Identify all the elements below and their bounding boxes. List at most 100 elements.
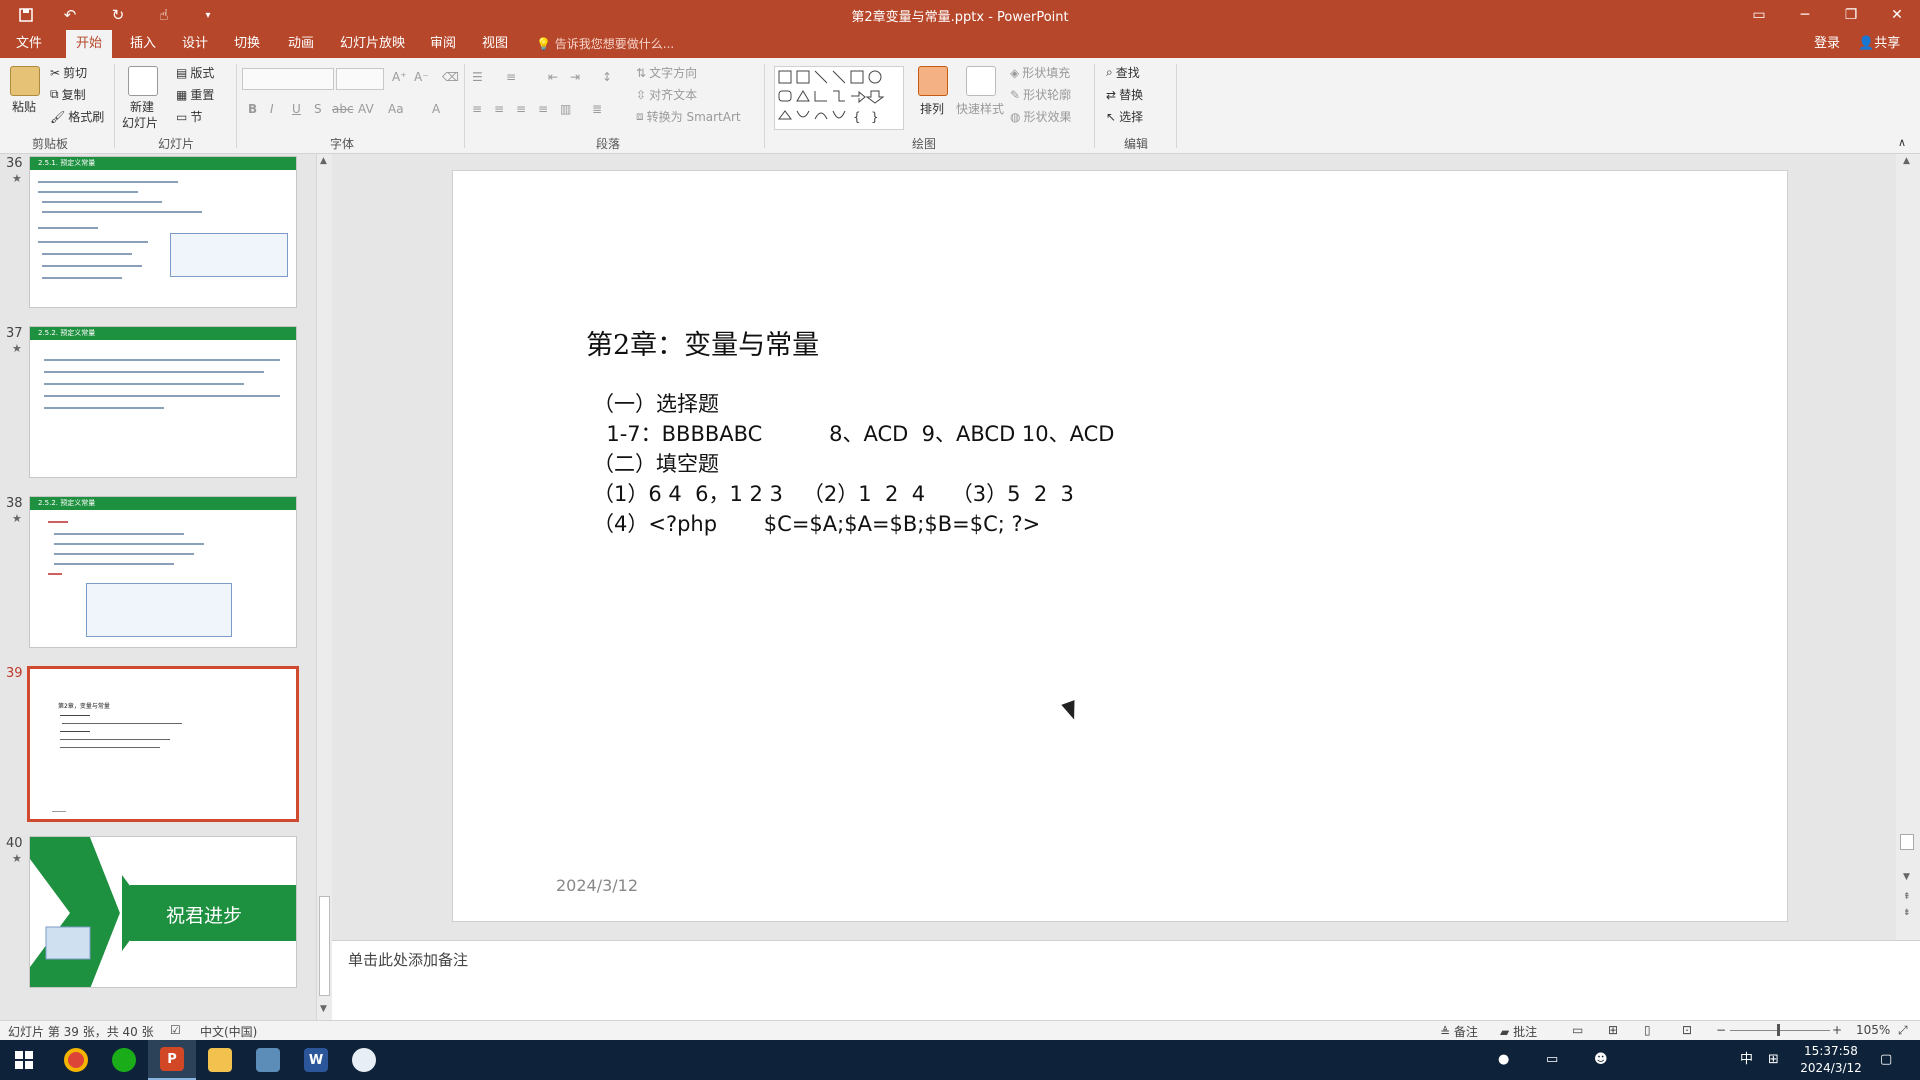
previous-slide-icon[interactable]: ⇞: [1903, 892, 1911, 902]
arrange-icon[interactable]: [918, 66, 948, 96]
reset-button[interactable]: ▦ 重置: [176, 86, 214, 103]
scroll-down-icon[interactable]: ▼: [1903, 872, 1910, 882]
slide-thumbnail-39[interactable]: 第2章，变量与常量: [27, 666, 299, 822]
comments-toggle[interactable]: ▰ 批注: [1500, 1023, 1537, 1040]
quick-styles-icon[interactable]: [966, 66, 996, 96]
slide-thumbnail-36[interactable]: 2.5.1. 预定义常量: [29, 156, 297, 308]
close-icon[interactable]: ✕: [1874, 0, 1920, 30]
section-button[interactable]: ▭ 节: [176, 108, 202, 125]
scroll-up-icon[interactable]: ▲: [1903, 156, 1910, 166]
font-size-combo[interactable]: [336, 68, 384, 90]
zoom-slider-thumb[interactable]: [1777, 1024, 1780, 1036]
file-explorer-icon[interactable]: [196, 1040, 244, 1080]
bold-button[interactable]: B: [248, 102, 257, 116]
tab-review[interactable]: 审阅: [420, 30, 466, 58]
justify-icon[interactable]: ≡: [538, 102, 548, 116]
new-slide-icon[interactable]: [128, 66, 158, 96]
format-painter-button[interactable]: 🖌 格式刷: [50, 108, 104, 125]
slide-thumbnail-38[interactable]: 2.5.2. 预定义常量: [29, 496, 297, 648]
font-color-button[interactable]: A: [432, 102, 440, 116]
app-tray-icon[interactable]: ☻: [1594, 1040, 1608, 1080]
network-tray-icon[interactable]: ▭: [1546, 1040, 1558, 1080]
start-icon[interactable]: [0, 1040, 48, 1080]
powerpoint-icon[interactable]: P: [148, 1040, 196, 1080]
notes-placeholder[interactable]: 单击此处添加备注: [348, 949, 468, 970]
change-case-button[interactable]: Aa: [388, 102, 404, 116]
decrease-indent-icon[interactable]: ⇤: [548, 70, 558, 84]
align-text-button[interactable]: ⇳ 对齐文本: [636, 86, 697, 103]
arrange-button[interactable]: 排列: [920, 100, 944, 117]
chrome-icon[interactable]: [52, 1040, 100, 1080]
shapes-gallery[interactable]: { }: [774, 66, 904, 130]
wechat-tray-icon[interactable]: ●: [1498, 1040, 1509, 1080]
keyboard-icon[interactable]: ⊞: [1768, 1040, 1779, 1080]
grow-font-icon[interactable]: A⁺: [392, 70, 407, 84]
slideshow-icon[interactable]: ⊡: [1682, 1023, 1692, 1037]
strikethrough-button[interactable]: abc: [332, 102, 354, 116]
bullets-icon[interactable]: ☰: [472, 70, 483, 84]
replace-button[interactable]: ⇄ 替换: [1106, 86, 1143, 103]
tab-home[interactable]: 开始: [66, 30, 113, 58]
zoom-slider[interactable]: [1730, 1030, 1830, 1031]
copy-button[interactable]: ⧉ 复制: [50, 86, 86, 103]
paste-button[interactable]: 粘贴: [12, 98, 36, 115]
char-spacing-button[interactable]: AV: [358, 102, 374, 116]
slide-body-line[interactable]: （一）选择题: [593, 388, 719, 418]
app-icon[interactable]: [244, 1040, 292, 1080]
notes-toggle[interactable]: ≜ 备注: [1440, 1023, 1478, 1040]
zoom-out-icon[interactable]: −: [1716, 1023, 1726, 1037]
shape-outline-button[interactable]: ✎ 形状轮廓: [1010, 86, 1071, 103]
align-left-icon[interactable]: ≡: [472, 102, 482, 116]
spellcheck-icon[interactable]: ☑: [170, 1023, 181, 1037]
slide-title[interactable]: 第2章：变量与常量: [586, 323, 819, 362]
login-link[interactable]: 登录: [1814, 30, 1840, 58]
cut-button[interactable]: ✂ 剪切: [50, 64, 87, 81]
tab-transitions[interactable]: 切换: [224, 30, 270, 58]
shrink-font-icon[interactable]: A⁻: [414, 70, 429, 84]
restore-icon[interactable]: ❐: [1828, 0, 1874, 30]
shape-fill-button[interactable]: ◈ 形状填充: [1010, 64, 1070, 81]
columns-icon[interactable]: ▥: [560, 102, 571, 116]
word-icon[interactable]: W: [292, 1040, 340, 1080]
wechat-icon[interactable]: [100, 1040, 148, 1080]
italic-button[interactable]: I: [270, 102, 274, 116]
align-distribute-icon[interactable]: ≣: [592, 102, 602, 116]
tab-insert[interactable]: 插入: [120, 30, 166, 58]
slide-date[interactable]: 2024/3/12: [556, 876, 638, 895]
minimize-icon[interactable]: ─: [1782, 0, 1828, 30]
tab-animations[interactable]: 动画: [278, 30, 324, 58]
scroll-up-icon[interactable]: ▲: [320, 156, 327, 166]
reading-view-icon[interactable]: ▯: [1644, 1023, 1651, 1037]
language-status[interactable]: 中文(中国): [200, 1023, 257, 1040]
ime-indicator[interactable]: 中: [1740, 1040, 1753, 1080]
clock[interactable]: 15:37:58 2024/3/12: [1790, 1043, 1872, 1077]
zoom-in-icon[interactable]: +: [1832, 1023, 1842, 1037]
tab-view[interactable]: 视图: [472, 30, 518, 58]
ribbon-display-icon[interactable]: ▭: [1736, 0, 1782, 30]
tell-me-search[interactable]: 💡 告诉我您想要做什么...: [536, 30, 674, 58]
next-slide-icon[interactable]: ⇟: [1903, 908, 1911, 918]
tab-design[interactable]: 设计: [172, 30, 218, 58]
select-button[interactable]: ↖ 选择: [1106, 108, 1143, 125]
slide-canvas[interactable]: 第2章：变量与常量 （一）选择题 1-7：BBBBABC 8、ACD 9、ABC…: [452, 170, 1788, 922]
align-center-icon[interactable]: ≡: [494, 102, 504, 116]
notes-pane[interactable]: 单击此处添加备注: [332, 940, 1920, 1020]
notification-icon[interactable]: ▢: [1880, 1040, 1892, 1080]
slide-body-line[interactable]: （4）<?php $C=$A;$A=$B;$B=$C; ?>: [593, 508, 1040, 538]
thumbnail-scrollbar[interactable]: ▲ ▼: [316, 154, 332, 1020]
numbering-icon[interactable]: ≡: [506, 70, 516, 84]
new-slide-button[interactable]: 新建: [130, 98, 154, 115]
find-button[interactable]: ⌕ 查找: [1106, 64, 1140, 81]
smartart-button[interactable]: ⧈ 转换为 SmartArt: [636, 108, 741, 125]
shadow-button[interactable]: S: [314, 102, 322, 116]
scroll-down-icon[interactable]: ▼: [320, 1004, 327, 1014]
scroll-thumb[interactable]: [319, 896, 330, 996]
tab-file[interactable]: 文件: [6, 30, 52, 58]
slide-body-line[interactable]: （1）6 4 6，1 2 3 （2）1 2 4 （3）5 2 3: [593, 478, 1074, 508]
paste-icon[interactable]: [10, 66, 40, 96]
font-name-combo[interactable]: [242, 68, 334, 90]
shape-effects-button[interactable]: ◍ 形状效果: [1010, 108, 1072, 125]
underline-button[interactable]: U: [292, 102, 301, 116]
increase-indent-icon[interactable]: ⇥: [570, 70, 580, 84]
slide-thumbnail-37[interactable]: 2.5.2. 预定义常量: [29, 326, 297, 478]
